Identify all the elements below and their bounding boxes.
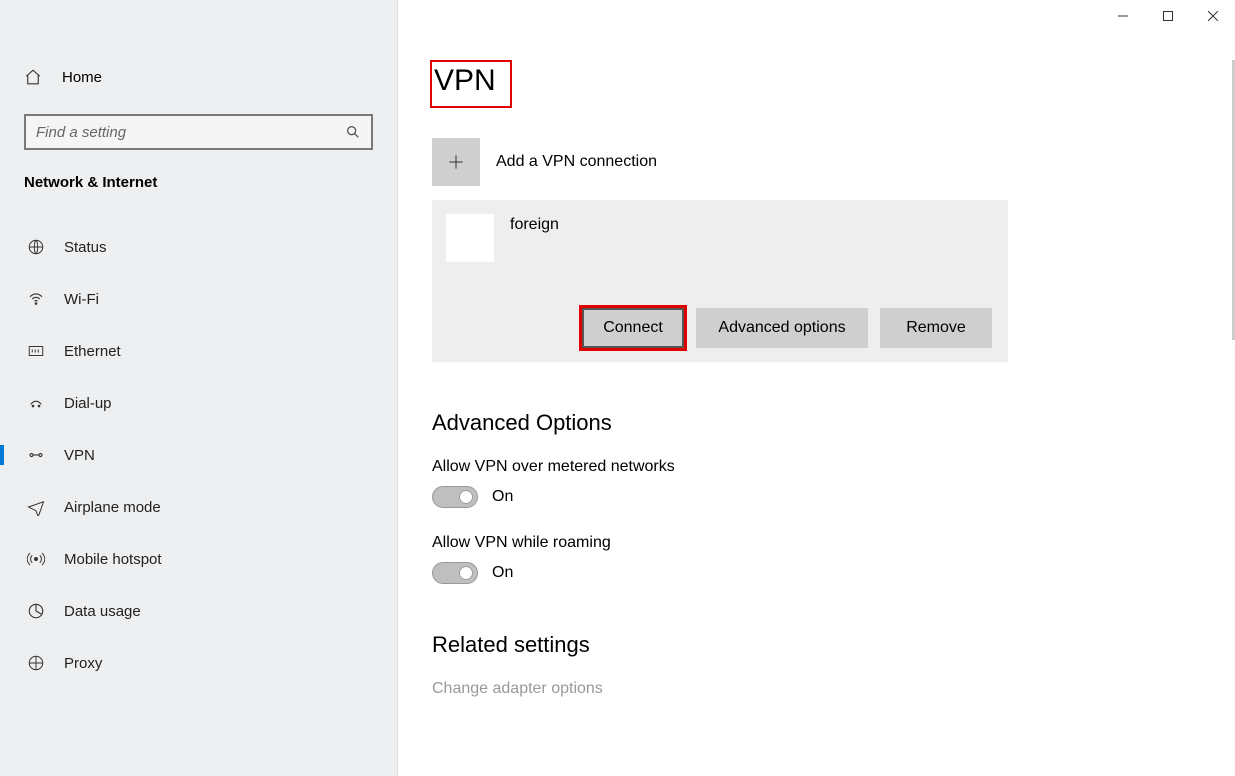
globe-icon: [26, 237, 46, 257]
wifi-icon: [26, 289, 46, 309]
sidebar-item-airplane[interactable]: Airplane mode: [0, 481, 397, 533]
sidebar-home-label: Home: [62, 69, 102, 86]
advanced-options-button[interactable]: Advanced options: [696, 308, 868, 348]
main-content: VPN Add a VPN connection foreign Connect…: [398, 0, 1235, 776]
roaming-toggle[interactable]: [432, 562, 478, 584]
change-adapter-link[interactable]: Change adapter options: [432, 680, 1235, 698]
sidebar-item-dialup[interactable]: Dial-up: [0, 377, 397, 429]
advanced-options-heading: Advanced Options: [432, 410, 1235, 436]
datausage-icon: [26, 601, 46, 621]
plus-icon: [432, 138, 480, 186]
home-icon: [24, 68, 44, 86]
page-title: VPN: [430, 60, 512, 108]
sidebar-item-label: Airplane mode: [64, 499, 161, 516]
sidebar-item-label: Mobile hotspot: [64, 551, 162, 568]
sidebar-item-proxy[interactable]: Proxy: [0, 637, 397, 689]
sidebar-item-label: Dial-up: [64, 395, 112, 412]
sidebar-item-label: Ethernet: [64, 343, 121, 360]
sidebar-item-hotspot[interactable]: Mobile hotspot: [0, 533, 397, 585]
hotspot-icon: [26, 549, 46, 569]
vpn-connection-card[interactable]: foreign Connect Advanced options Remove: [432, 200, 1008, 362]
dialup-icon: [26, 393, 46, 413]
sidebar-item-label: Proxy: [64, 655, 102, 672]
sidebar-item-label: VPN: [64, 447, 95, 464]
airplane-icon: [26, 497, 46, 517]
search-input[interactable]: [36, 124, 345, 141]
search-icon: [345, 124, 361, 140]
connect-button[interactable]: Connect: [582, 308, 684, 348]
sidebar-item-ethernet[interactable]: Ethernet: [0, 325, 397, 377]
metered-label: Allow VPN over metered networks: [432, 458, 1235, 476]
sidebar-item-wifi[interactable]: Wi-Fi: [0, 273, 397, 325]
remove-button[interactable]: Remove: [880, 308, 992, 348]
sidebar-item-label: Data usage: [64, 603, 141, 620]
sidebar-home[interactable]: Home: [0, 60, 397, 94]
sidebar-item-label: Status: [64, 239, 107, 256]
add-vpn-label: Add a VPN connection: [496, 153, 657, 171]
sidebar-item-label: Wi-Fi: [64, 291, 99, 308]
sidebar: Home Network & Internet Status: [0, 0, 398, 776]
proxy-icon: [26, 653, 46, 673]
ethernet-icon: [26, 341, 46, 361]
metered-state: On: [492, 488, 513, 506]
sidebar-item-vpn[interactable]: VPN: [0, 429, 397, 481]
roaming-state: On: [492, 564, 513, 582]
metered-toggle[interactable]: [432, 486, 478, 508]
vpn-icon: [26, 445, 46, 465]
sidebar-item-status[interactable]: Status: [0, 221, 397, 273]
vpn-connection-icon: [446, 214, 494, 262]
add-vpn-row[interactable]: Add a VPN connection: [432, 138, 1235, 186]
roaming-label: Allow VPN while roaming: [432, 534, 1235, 552]
search-box[interactable]: [24, 114, 373, 150]
sidebar-category: Network & Internet: [0, 174, 397, 191]
sidebar-item-datausage[interactable]: Data usage: [0, 585, 397, 637]
vpn-connection-name: foreign: [510, 214, 559, 234]
related-settings-heading: Related settings: [432, 632, 1235, 658]
